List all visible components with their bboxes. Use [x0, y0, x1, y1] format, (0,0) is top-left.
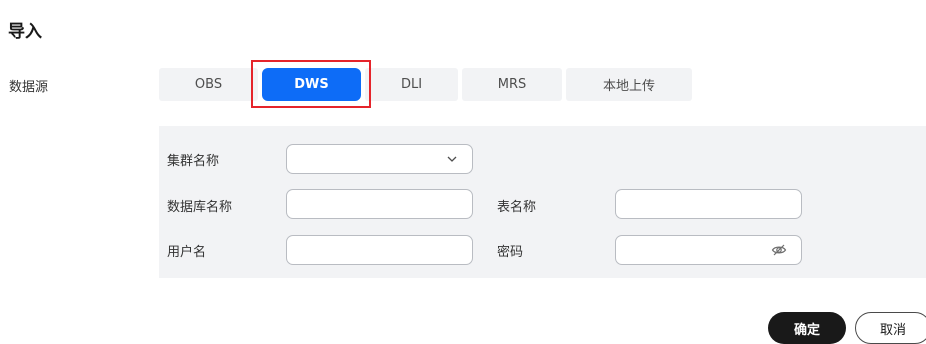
tab-highlight-box [251, 60, 371, 108]
eye-off-icon[interactable] [771, 242, 787, 258]
confirm-button[interactable]: 确定 [768, 312, 846, 344]
username-input[interactable] [286, 235, 473, 265]
tab-local-upload[interactable]: 本地上传 [566, 68, 692, 101]
table-input[interactable] [615, 189, 802, 219]
page-title: 导入 [8, 22, 42, 42]
tab-obs[interactable]: OBS [159, 68, 258, 101]
password-input[interactable] [615, 235, 802, 265]
dws-config-panel [159, 126, 926, 278]
cancel-button[interactable]: 取消 [855, 312, 926, 344]
tab-mrs[interactable]: MRS [462, 68, 562, 101]
cluster-label: 集群名称 [167, 154, 220, 169]
table-label: 表名称 [497, 200, 537, 215]
database-input[interactable] [286, 189, 473, 219]
tab-dli[interactable]: DLI [365, 68, 458, 101]
source-label: 数据源 [9, 80, 49, 95]
cluster-select[interactable] [286, 144, 473, 174]
database-label: 数据库名称 [167, 200, 233, 215]
password-label: 密码 [497, 245, 524, 260]
chevron-down-icon [447, 156, 457, 162]
username-label: 用户名 [167, 245, 207, 260]
